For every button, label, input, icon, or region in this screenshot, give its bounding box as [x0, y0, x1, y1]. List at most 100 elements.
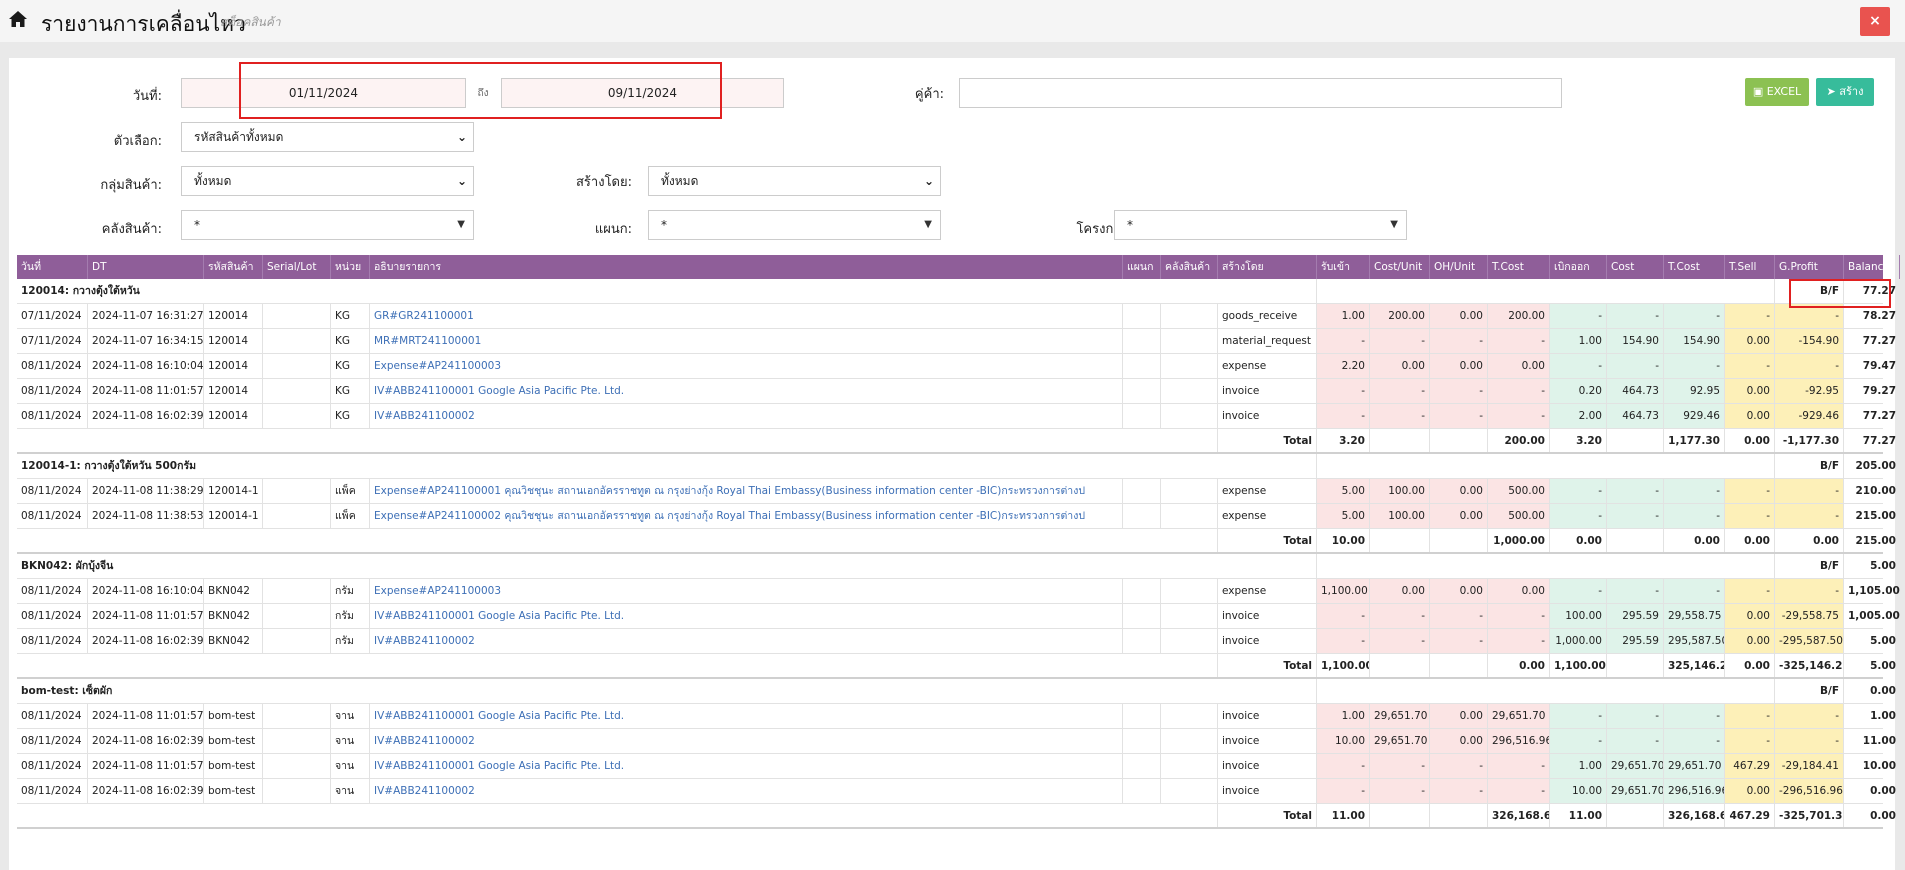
cell-unit: KG	[331, 354, 370, 378]
cell-tsell: -	[1725, 504, 1775, 528]
create-button[interactable]: ➤ สร้าง	[1816, 78, 1874, 106]
cell-cost	[1607, 804, 1664, 827]
cell-desc[interactable]: GR#GR241100001	[370, 304, 1123, 328]
table-row[interactable]: 08/11/2024 2024-11-08 16:10:04 BKN042 กรัม E…	[17, 579, 1900, 604]
home-icon[interactable]	[8, 10, 28, 28]
column-header-in[interactable]: รับเข้า	[1317, 255, 1370, 279]
table-row[interactable]: 08/11/2024 2024-11-08 11:01:57 bom-test จาน…	[17, 704, 1896, 729]
cell-tcost2: -	[1664, 579, 1725, 603]
cell-cost-unit: -	[1370, 379, 1430, 403]
cell-desc[interactable]: IV#ABB241100001 Google Asia Pacific Pte.…	[370, 754, 1123, 778]
column-header-tsell[interactable]: T.Sell	[1725, 255, 1775, 279]
column-header-dept[interactable]: แผนก	[1123, 255, 1161, 279]
cell-out: 1,000.00	[1550, 629, 1607, 653]
cell-warehouse	[1161, 754, 1218, 778]
column-header-unit[interactable]: หน่วย	[331, 255, 370, 279]
column-header-warehouse[interactable]: คลังสินค้า	[1161, 255, 1218, 279]
cell-out: -	[1550, 579, 1607, 603]
column-header-balance[interactable]: Balance	[1844, 255, 1900, 279]
cell-desc[interactable]: IV#ABB241100002	[370, 729, 1123, 753]
cell-date: 07/11/2024	[17, 304, 88, 328]
column-header-desc[interactable]: อธิบายรายการ	[370, 255, 1123, 279]
table-row[interactable]: 08/11/2024 2024-11-08 16:02:39 bom-test จาน…	[17, 729, 1896, 754]
dept-select[interactable]: * ▼	[648, 210, 941, 240]
cell-gprofit: -29,184.41	[1775, 754, 1844, 778]
column-header-created-by[interactable]: สร้างโดย	[1218, 255, 1317, 279]
cell-dt: 2024-11-08 11:01:57	[88, 704, 204, 728]
excel-button[interactable]: ▣ EXCEL	[1745, 78, 1809, 106]
table-row[interactable]: 07/11/2024 2024-11-07 16:31:27 120014 KG GR#…	[17, 304, 1896, 329]
cell-cost: -	[1607, 729, 1664, 753]
cell-out: 100.00	[1550, 604, 1607, 628]
bf-value: 205.00	[1855, 460, 1896, 472]
cell-cost-unit: -	[1370, 629, 1430, 653]
cell-desc[interactable]: MR#MRT241100001	[370, 329, 1123, 353]
cell-tsell: 0.00	[1725, 779, 1775, 803]
cell-dept	[1123, 354, 1161, 378]
cell-unit: จาน	[331, 754, 370, 778]
cell-cost-unit: 29,651.70	[1370, 704, 1430, 728]
table-row[interactable]: 08/11/2024 2024-11-08 11:01:57 120014 KG IV#…	[17, 379, 1896, 404]
column-header-out[interactable]: เบิกออก	[1550, 255, 1607, 279]
created-by-select[interactable]: ทั้งหมด ⌄	[648, 166, 941, 196]
customer-input[interactable]	[959, 78, 1562, 108]
cell-cost: 154.90	[1607, 329, 1664, 353]
table-row[interactable]: 08/11/2024 2024-11-08 16:02:39 120014 KG IV#…	[17, 404, 1896, 429]
close-button[interactable]: ×	[1860, 7, 1890, 36]
warehouse-select[interactable]: * ▼	[181, 210, 474, 240]
cell-desc[interactable]: Expense#AP241100003	[370, 579, 1123, 603]
column-header-cost[interactable]: Cost	[1607, 255, 1664, 279]
cell-cost-unit: 200.00	[1370, 304, 1430, 328]
cell-desc[interactable]: IV#ABB241100001 Google Asia Pacific Pte.…	[370, 604, 1123, 628]
column-header-tcost[interactable]: T.Cost	[1488, 255, 1550, 279]
column-header-date[interactable]: วันที่	[17, 255, 88, 279]
cell-desc[interactable]: IV#ABB241100001 Google Asia Pacific Pte.…	[370, 704, 1123, 728]
table-row[interactable]: 07/11/2024 2024-11-07 16:34:15 120014 KG MR#…	[17, 329, 1896, 354]
column-header-tcost2[interactable]: T.Cost	[1664, 255, 1725, 279]
cell-desc[interactable]: Expense#AP241100001 คุณวิชชุนะ สถานเอกอั…	[370, 479, 1123, 503]
cell-oh-unit: 0.00	[1430, 579, 1488, 603]
option-select[interactable]: รหัสสินค้าทั้งหมด ⌄	[181, 122, 474, 152]
cell-desc[interactable]: IV#ABB241100002	[370, 629, 1123, 653]
cell-tcost: 0.00	[1488, 579, 1550, 603]
cell-desc[interactable]: Expense#AP241100003	[370, 354, 1123, 378]
cell-tcost: -	[1488, 754, 1550, 778]
project-select[interactable]: * ▼	[1114, 210, 1407, 240]
column-header-oh-unit[interactable]: OH/Unit	[1430, 255, 1488, 279]
column-header-gprofit[interactable]: G.Profit	[1775, 255, 1844, 279]
created-by-label: สร้างโดย:	[576, 175, 632, 190]
total-tsell: 0.00	[1725, 529, 1775, 552]
column-header-serial[interactable]: Serial/Lot	[263, 255, 331, 279]
table-row[interactable]: 08/11/2024 2024-11-08 11:38:29 120014-1 แพ็…	[17, 479, 1896, 504]
cell-tcost: 500.00	[1488, 504, 1550, 528]
column-header-dt[interactable]: DT	[88, 255, 204, 279]
cell-desc[interactable]: IV#ABB241100002	[370, 779, 1123, 803]
table-row[interactable]: 08/11/2024 2024-11-08 11:01:57 bom-test จาน…	[17, 754, 1896, 779]
total-gprofit: -325,146.25	[1775, 654, 1844, 677]
column-header-code[interactable]: รหัสสินค้า	[204, 255, 263, 279]
cell-cost: 464.73	[1607, 404, 1664, 428]
cell-tcost2: -	[1664, 354, 1725, 378]
table-row[interactable]: 08/11/2024 2024-11-08 16:02:39 bom-test จาน…	[17, 779, 1896, 804]
cell-gprofit: -29,558.75	[1775, 604, 1844, 628]
table-row[interactable]: 08/11/2024 2024-11-08 11:38:53 120014-1 แพ็…	[17, 504, 1896, 529]
cell-desc[interactable]: IV#ABB241100002	[370, 404, 1123, 428]
cell-gprofit: -	[1775, 579, 1844, 603]
cell-cost-unit	[1370, 654, 1430, 677]
cell-created-by: material_request	[1218, 329, 1317, 353]
cell-in: 2.20	[1317, 354, 1370, 378]
cell-date: 08/11/2024	[17, 779, 88, 803]
total-tsell: 0.00	[1725, 654, 1775, 677]
table-row[interactable]: 08/11/2024 2024-11-08 11:01:57 BKN042 กรัม I…	[17, 604, 1900, 629]
group-select[interactable]: ทั้งหมด ⌄	[181, 166, 474, 196]
cell-balance: 10.00	[1862, 760, 1896, 772]
total-label: Total	[1218, 429, 1317, 452]
cell-desc[interactable]: IV#ABB241100001 Google Asia Pacific Pte.…	[370, 379, 1123, 403]
group-spacer	[1317, 454, 1775, 478]
table-row[interactable]: 08/11/2024 2024-11-08 16:02:39 BKN042 กรัม I…	[17, 629, 1896, 654]
cell-unit: KG	[331, 404, 370, 428]
cell-desc[interactable]: Expense#AP241100002 คุณวิชชุนะ สถานเอกอั…	[370, 504, 1123, 528]
cell-cost-unit: -	[1370, 754, 1430, 778]
table-row[interactable]: 08/11/2024 2024-11-08 16:10:04 120014 KG Exp…	[17, 354, 1896, 379]
column-header-cost-unit[interactable]: Cost/Unit	[1370, 255, 1430, 279]
